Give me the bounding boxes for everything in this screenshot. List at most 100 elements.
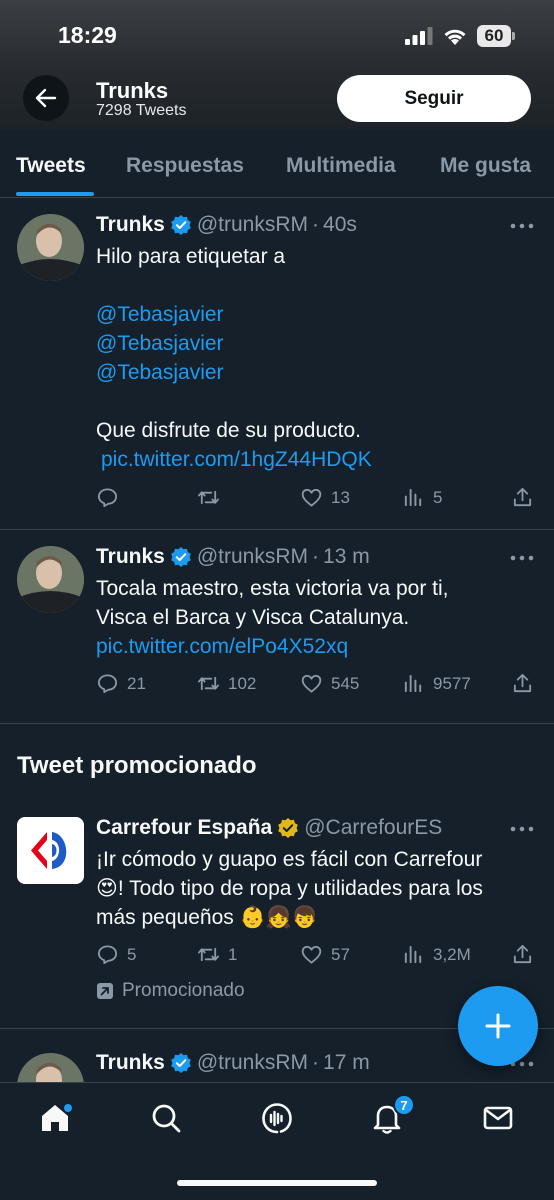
- views-button[interactable]: 3,2M: [402, 943, 471, 966]
- messages-icon[interactable]: [481, 1101, 515, 1135]
- search-icon[interactable]: [149, 1101, 183, 1135]
- tweet-text: ¡Ir cómodo y guapo es fácil con Carrefou…: [96, 845, 542, 932]
- avatar[interactable]: [17, 1053, 84, 1082]
- author-name[interactable]: Trunks: [96, 1051, 165, 1075]
- retweet-count: 1: [228, 944, 238, 964]
- like-count: 13: [331, 487, 350, 507]
- tweet-line: más pequeños 👶👧👦: [96, 906, 319, 929]
- promoted-section-title: Tweet promocionado: [17, 752, 257, 779]
- retweet-button[interactable]: [197, 486, 228, 509]
- tab-respuestas[interactable]: Respuestas: [126, 154, 244, 178]
- spaces-icon[interactable]: [260, 1101, 294, 1135]
- plus-icon: [485, 1013, 511, 1039]
- author-handle: @trunksRM: [196, 545, 309, 568]
- share-button[interactable]: [511, 672, 534, 695]
- tweet-count: 7298 Tweets: [96, 102, 187, 119]
- mention-link[interactable]: @Tebasjavier: [96, 358, 536, 387]
- like-count: 545: [331, 673, 360, 693]
- follow-button[interactable]: Seguir: [337, 75, 531, 122]
- profile-tabs: Tweets Respuestas Multimedia Me gusta: [0, 130, 554, 198]
- compose-tweet-button[interactable]: [458, 986, 538, 1066]
- tweet-line: ¡Ir cómodo y guapo es fácil con Carrefou…: [96, 848, 483, 871]
- reply-button[interactable]: 5: [96, 943, 136, 966]
- avatar-image: [17, 546, 84, 613]
- like-count: 57: [331, 944, 350, 964]
- divider: [0, 723, 554, 724]
- views-count: 3,2M: [433, 944, 471, 964]
- promoted-indicator: Promocionado: [96, 980, 245, 1002]
- like-button[interactable]: 13: [300, 486, 350, 509]
- tweet-author: Carrefour España @CarrefourES: [96, 816, 442, 840]
- retweet-icon: [198, 676, 219, 691]
- views-count: 5: [433, 487, 443, 507]
- battery-icon: 60: [477, 25, 515, 47]
- more-options-icon[interactable]: [510, 223, 534, 229]
- arrow-left-icon: [35, 88, 57, 108]
- media-link[interactable]: pic.twitter.com/1hgZ44HDQK: [96, 445, 536, 474]
- heart-icon: [301, 674, 322, 693]
- share-button[interactable]: [511, 943, 534, 966]
- tweet-actions: 13 5: [96, 486, 536, 512]
- tab-multimedia[interactable]: Multimedia: [286, 154, 396, 178]
- more-options-icon[interactable]: [510, 555, 534, 561]
- tweet-line: Tocala maestro, esta victoria va por ti,: [96, 577, 449, 600]
- retweet-count: 102: [228, 673, 257, 693]
- home-notification-dot: [64, 1104, 72, 1112]
- author-handle: @trunksRM: [196, 1051, 309, 1074]
- author-name[interactable]: Trunks: [96, 213, 165, 237]
- mention-link[interactable]: @Tebasjavier: [96, 329, 536, 358]
- back-button[interactable]: [23, 75, 69, 121]
- more-options-icon[interactable]: [510, 826, 534, 832]
- reply-icon: [97, 945, 118, 965]
- views-count: 9577: [433, 673, 471, 693]
- carrefour-logo-icon: [31, 832, 67, 869]
- carrefour-logo[interactable]: [17, 817, 84, 884]
- retweet-icon: [198, 490, 219, 505]
- author-name[interactable]: Trunks: [96, 545, 165, 569]
- tweet[interactable]: Trunks @trunksRM · 40s Hilo para etiquet…: [0, 198, 554, 529]
- separator-dot: ·: [312, 213, 320, 236]
- heart-icon: [301, 945, 322, 964]
- retweet-button[interactable]: 102: [197, 672, 256, 695]
- tab-me-gusta[interactable]: Me gusta: [440, 154, 531, 178]
- active-tab-indicator: [16, 192, 94, 196]
- retweet-button[interactable]: 1: [197, 943, 237, 966]
- media-link[interactable]: pic.twitter.com/elPo4X52xq: [96, 632, 536, 661]
- reply-count: 21: [127, 673, 146, 693]
- separator-dot: ·: [312, 545, 320, 568]
- views-icon: [404, 488, 422, 507]
- reply-count: 5: [127, 944, 137, 964]
- avatar[interactable]: [17, 214, 84, 281]
- share-icon: [513, 944, 532, 964]
- cellular-signal-icon: [405, 27, 433, 45]
- views-button[interactable]: 5: [402, 486, 442, 509]
- author-handle: @trunksRM: [196, 213, 309, 236]
- tweet-author: Trunks @trunksRM · 17 m: [96, 1051, 370, 1075]
- battery-level: 60: [484, 26, 504, 45]
- profile-header: 18:29 60 Trunks 7298 Tweets Seguir: [0, 0, 554, 130]
- author-handle: @CarrefourES: [304, 816, 443, 839]
- avatar[interactable]: [17, 546, 84, 613]
- tweet[interactable]: Trunks @trunksRM · 13 m Tocala maestro, …: [0, 530, 554, 723]
- tweet-time: 40s: [323, 213, 357, 236]
- views-icon: [404, 945, 422, 964]
- tweet-time: 13 m: [323, 545, 370, 568]
- tweet-text: Tocala maestro, esta victoria va por ti,…: [96, 574, 536, 661]
- reply-button[interactable]: [96, 486, 127, 509]
- home-indicator[interactable]: [177, 1180, 377, 1186]
- share-icon: [513, 487, 532, 507]
- author-name[interactable]: Carrefour España: [96, 816, 272, 840]
- like-button[interactable]: 57: [300, 943, 350, 966]
- verified-badge-icon: [171, 1053, 191, 1073]
- tweet-line: Que disfrute de su producto.: [96, 419, 361, 442]
- like-button[interactable]: 545: [300, 672, 359, 695]
- reply-button[interactable]: 21: [96, 672, 146, 695]
- reply-icon: [97, 674, 118, 694]
- share-button[interactable]: [511, 486, 534, 509]
- tab-tweets[interactable]: Tweets: [16, 154, 86, 178]
- verified-gold-badge-icon: [278, 818, 299, 838]
- promoted-arrow-icon: [97, 983, 113, 999]
- views-button[interactable]: 9577: [402, 672, 471, 695]
- tweet-actions: 5 1 57 3,2M: [96, 943, 536, 969]
- mention-link[interactable]: @Tebasjavier: [96, 300, 536, 329]
